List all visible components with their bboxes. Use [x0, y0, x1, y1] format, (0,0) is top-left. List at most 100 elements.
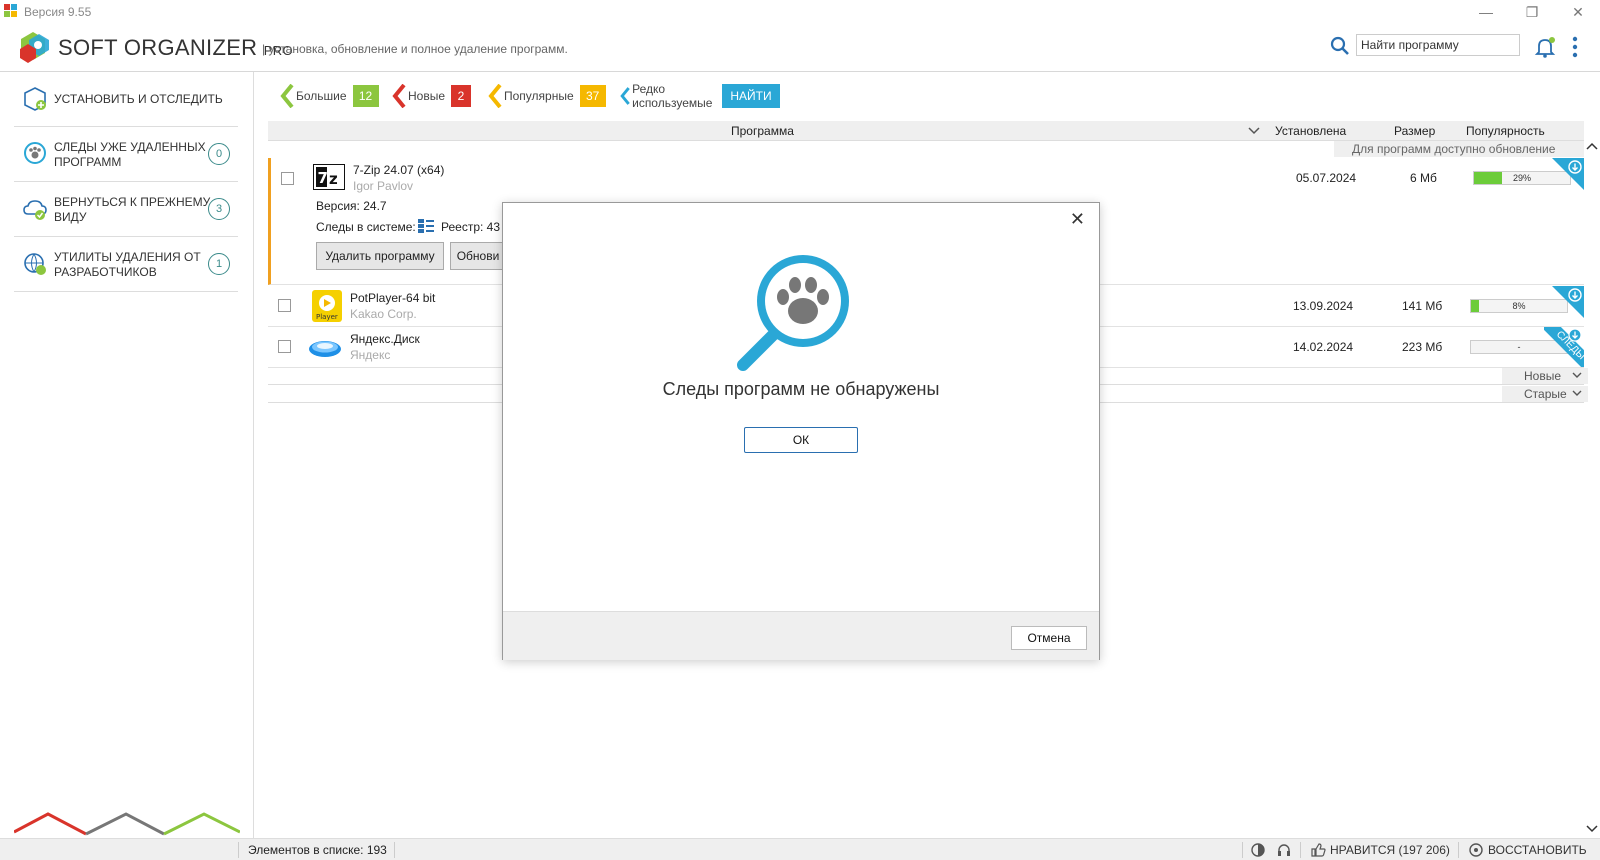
- filter-tab-popular[interactable]: Популярные 37: [488, 84, 606, 108]
- row-checkbox[interactable]: [281, 172, 294, 185]
- program-size: 223 Мб: [1402, 340, 1443, 354]
- install-box-icon: [24, 87, 46, 111]
- sidebar-count-badge: 1: [208, 253, 230, 275]
- column-header-size[interactable]: Размер: [1394, 124, 1435, 138]
- table-header: Программа Установлена Размер Популярност…: [268, 121, 1584, 141]
- notifications-bell-icon[interactable]: [1534, 36, 1556, 58]
- sidebar: УСТАНОВИТЬ И ОТСЛЕДИТЬ СЛЕДЫ УЖЕ УДАЛЕНН…: [0, 72, 254, 838]
- dialog-close-icon[interactable]: ✕: [1070, 209, 1085, 230]
- filter-count-badge: 12: [352, 85, 379, 107]
- decorative-zigzag-graphic: [14, 812, 240, 836]
- sort-new-bar[interactable]: Новые: [1502, 368, 1588, 384]
- install-date: 14.02.2024: [1293, 340, 1354, 354]
- cancel-button[interactable]: Отмена: [1011, 626, 1087, 650]
- chevron-down-icon[interactable]: [1248, 126, 1260, 136]
- svg-text:z: z: [329, 170, 338, 188]
- restore-button[interactable]: ❐: [1512, 2, 1552, 22]
- chevron-left-icon: [392, 84, 406, 108]
- update-available-icon[interactable]: [1550, 158, 1584, 192]
- chevron-down-icon: [1572, 390, 1582, 396]
- svg-text:Player: Player: [316, 313, 338, 321]
- globe-tools-icon: [24, 253, 46, 275]
- status-bar: Элементов в списке: 193 НРАВИТСЯ (197 20…: [0, 838, 1600, 860]
- registry-icon: [418, 219, 434, 233]
- filter-tab-new[interactable]: Новые 2: [392, 84, 472, 108]
- row-checkbox[interactable]: [278, 299, 291, 312]
- sort-new-label: Новые: [1524, 369, 1562, 383]
- potplayer-app-icon: Player: [312, 290, 342, 322]
- filter-tab-rarely-used[interactable]: Редко используемые НАЙТИ: [620, 82, 780, 110]
- brand-title: SOFT ORGANIZER PRO: [58, 35, 293, 61]
- update-available-note: Для программ доступно обновление: [1334, 141, 1584, 157]
- filter-tab-label: Популярные: [504, 89, 574, 103]
- registry-count: Реестр: 43: [441, 220, 501, 234]
- divider: [1458, 842, 1459, 858]
- dialog-footer: Отмена: [503, 611, 1099, 660]
- theme-toggle-icon[interactable]: [1250, 842, 1266, 858]
- scroll-up-arrow-icon[interactable]: [1586, 141, 1598, 151]
- program-name: 7-Zip 24.07 (x64): [353, 163, 445, 177]
- filter-count-badge: 37: [579, 85, 606, 107]
- chevron-down-icon: [1572, 372, 1582, 378]
- sidebar-item-revert[interactable]: ВЕРНУТЬСЯ К ПРЕЖНЕМУ ВИДУ 3: [14, 182, 238, 237]
- sort-old-bar[interactable]: Старые: [1502, 386, 1588, 402]
- more-menu-icon[interactable]: [1572, 36, 1578, 58]
- traces-ribbon[interactable]: СЛЕДЫ: [1544, 327, 1584, 367]
- column-header-installed[interactable]: Установлена: [1275, 124, 1346, 138]
- items-count: Элементов в списке: 193: [248, 843, 387, 857]
- minimize-button[interactable]: —: [1466, 2, 1506, 22]
- thumbs-up-icon[interactable]: [1310, 842, 1326, 858]
- scroll-down-arrow-icon[interactable]: [1586, 824, 1598, 834]
- sidebar-item-traces[interactable]: СЛЕДЫ УЖЕ УДАЛЕННЫХ ПРОГРАММ 0: [14, 127, 238, 182]
- program-vendor: Яндекс: [350, 348, 391, 362]
- brand-name: SOFT ORGANIZER: [58, 35, 258, 60]
- divider: [238, 842, 239, 858]
- search-icon[interactable]: [1330, 36, 1350, 56]
- install-date: 13.09.2024: [1293, 299, 1354, 313]
- restore-link[interactable]: ВОССТАНОВИТЬ: [1488, 843, 1587, 857]
- search-input[interactable]: Найти программу: [1356, 34, 1520, 56]
- row-checkbox[interactable]: [278, 340, 291, 353]
- system-traces-label: Следы в системе:: [316, 220, 416, 234]
- sidebar-item-install-track[interactable]: УСТАНОВИТЬ И ОТСЛЕДИТЬ: [14, 72, 238, 127]
- chevron-left-icon: [488, 84, 502, 108]
- close-window-button[interactable]: ✕: [1558, 2, 1598, 22]
- sidebar-item-label: УСТАНОВИТЬ И ОТСЛЕДИТЬ: [54, 92, 223, 106]
- filter-tab-large[interactable]: Большие 12: [280, 84, 379, 108]
- ok-button[interactable]: ОК: [744, 427, 858, 453]
- dialog-message: Следы программ не обнаружены: [662, 379, 940, 399]
- support-headset-icon[interactable]: [1276, 842, 1292, 858]
- program-vendor: Kakao Corp.: [350, 307, 417, 321]
- chevron-left-icon: [280, 84, 294, 108]
- program-size: 6 Мб: [1410, 171, 1437, 185]
- program-name: PotPlayer-64 bit: [350, 291, 436, 305]
- uninstall-program-button[interactable]: Удалить программу: [316, 242, 444, 270]
- 7zip-app-icon: 7 z: [313, 164, 345, 190]
- no-traces-dialog: ✕ Следы программ не обнаружены ОК Отмена: [502, 202, 1100, 660]
- paw-magnifier-icon: [737, 255, 849, 371]
- cloud-restore-icon: [23, 200, 47, 220]
- app-subtitle: | установка, обновление и полное удалени…: [262, 42, 568, 56]
- title-bar: Версия 9.55 — ❐ ✕: [0, 0, 1600, 24]
- filter-tab-label: Большие: [296, 89, 347, 103]
- program-vendor: Igor Pavlov: [353, 179, 414, 193]
- app-header: SOFT ORGANIZER PRO | установка, обновлен…: [0, 24, 1600, 72]
- program-size: 141 Мб: [1402, 299, 1443, 313]
- column-header-popularity[interactable]: Популярность: [1466, 124, 1545, 138]
- download-arrow-icon: [1568, 328, 1582, 342]
- update-available-icon[interactable]: [1550, 286, 1584, 320]
- likes-link[interactable]: НРАВИТСЯ (197 206): [1330, 843, 1450, 857]
- column-header-program[interactable]: Программа: [731, 124, 794, 138]
- svg-text:7: 7: [318, 169, 328, 187]
- find-rarely-used-button[interactable]: НАЙТИ: [722, 84, 780, 108]
- sidebar-count-badge: 3: [208, 198, 230, 220]
- program-name: Яндекс.Диск: [350, 332, 420, 346]
- restore-icon[interactable]: [1468, 842, 1484, 858]
- yandex-disk-app-icon: [309, 341, 341, 357]
- version-label: Версия 9.55: [24, 5, 92, 19]
- sidebar-item-dev-uninstallers[interactable]: УТИЛИТЫ УДАЛЕНИЯ ОТ РАЗРАБОТЧИКОВ 1: [14, 237, 238, 292]
- filter-tab-label: Новые: [408, 89, 446, 103]
- divider: [1242, 842, 1243, 858]
- update-program-button[interactable]: Обнови: [450, 242, 506, 270]
- soft-organizer-logo-icon: [20, 32, 49, 63]
